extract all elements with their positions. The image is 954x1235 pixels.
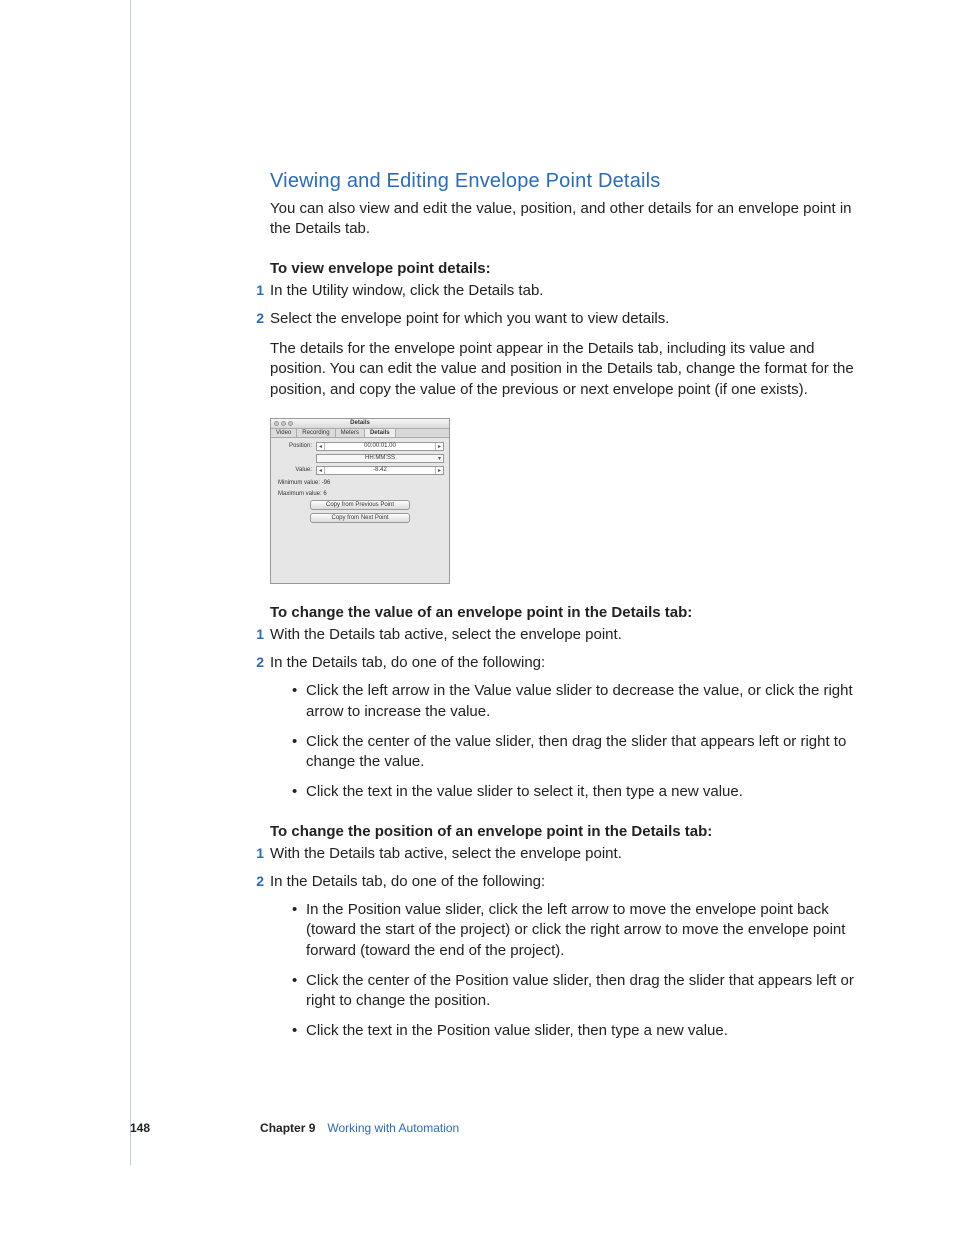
figure-tab-details: Details — [365, 429, 396, 437]
figure-value-value: -8.42 — [373, 467, 387, 473]
step-number: 2 — [252, 309, 270, 329]
bullet-icon: • — [292, 900, 306, 961]
bullet-text: Click the text in the Position value sli… — [306, 1021, 860, 1041]
task1-after: The details for the envelope point appea… — [270, 339, 860, 400]
task3-bullet-3: • Click the text in the Position value s… — [292, 1021, 860, 1041]
figure-copy-prev-button: Copy from Previous Point — [310, 500, 410, 510]
step-text: In the Details tab, do one of the follow… — [270, 653, 860, 673]
figure-tabs: Video Recording Meters Details — [271, 429, 449, 438]
figure-min-label: Minimum value: — [278, 480, 320, 486]
bullet-text: Click the text in the value slider to se… — [306, 782, 860, 802]
step-number: 1 — [252, 844, 270, 864]
figure-right-arrow-icon: ▸ — [435, 443, 443, 450]
step-text: With the Details tab active, select the … — [270, 844, 860, 864]
figure-max-row: Maximum value: 6 — [278, 491, 444, 497]
details-tab-figure: Details Video Recording Meters Details P… — [270, 418, 450, 584]
chapter-label: Chapter 9 — [260, 1121, 315, 1135]
step-number: 2 — [252, 653, 270, 673]
task3-step-2: 2 In the Details tab, do one of the foll… — [270, 872, 860, 892]
figure-value-slider: ◂ -8.42 ▸ — [316, 466, 444, 475]
bullet-icon: • — [292, 1021, 306, 1041]
task1-step-1: 1 In the Utility window, click the Detai… — [270, 281, 860, 301]
step-text: Select the envelope point for which you … — [270, 309, 860, 329]
task3-step-1: 1 With the Details tab active, select th… — [270, 844, 860, 864]
figure-tab-meters: Meters — [336, 429, 365, 437]
step-number: 2 — [252, 872, 270, 892]
task2-step-2: 2 In the Details tab, do one of the foll… — [270, 653, 860, 673]
figure-position-label: Position: — [276, 443, 316, 449]
bullet-icon: • — [292, 681, 306, 722]
figure-tab-recording: Recording — [297, 429, 335, 437]
figure-max-value: 6 — [323, 491, 326, 497]
bullet-text: Click the center of the value slider, th… — [306, 732, 860, 773]
figure-value-label: Value: — [276, 467, 316, 473]
section-heading: Viewing and Editing Envelope Point Detai… — [270, 170, 860, 193]
figure-min-value: -96 — [322, 480, 331, 486]
page-number: 148 — [130, 1121, 150, 1135]
left-margin-rule — [130, 0, 131, 1165]
intro-paragraph: You can also view and edit the value, po… — [270, 199, 860, 240]
task1-title: To view envelope point details: — [270, 260, 860, 277]
task1-step-2: 2 Select the envelope point for which yo… — [270, 309, 860, 329]
bullet-icon: • — [292, 971, 306, 1012]
figure-window-title: Details — [271, 420, 449, 426]
chapter-title: Working with Automation — [327, 1121, 459, 1135]
bullet-icon: • — [292, 782, 306, 802]
task2-title: To change the value of an envelope point… — [270, 604, 860, 621]
bullet-text: Click the left arrow in the Value value … — [306, 681, 860, 722]
bullet-text: Click the center of the Position value s… — [306, 971, 860, 1012]
figure-copy-next-button: Copy from Next Point — [310, 513, 410, 523]
figure-position-slider: ◂ 00:00:01.00 ▸ — [316, 442, 444, 451]
task3-bullet-2: • Click the center of the Position value… — [292, 971, 860, 1012]
step-text: In the Details tab, do one of the follow… — [270, 872, 860, 892]
figure-titlebar: Details — [271, 419, 449, 429]
figure-tab-video: Video — [271, 429, 297, 437]
bullet-icon: • — [292, 732, 306, 773]
figure-max-label: Maximum value: — [278, 491, 322, 497]
task2-bullet-1: • Click the left arrow in the Value valu… — [292, 681, 860, 722]
task3-title: To change the position of an envelope po… — [270, 823, 860, 840]
figure-format-value: HH:MM:SS — [365, 455, 395, 461]
bullet-text: In the Position value slider, click the … — [306, 900, 860, 961]
step-text: With the Details tab active, select the … — [270, 625, 860, 645]
task2-bullet-3: • Click the text in the value slider to … — [292, 782, 860, 802]
figure-min-row: Minimum value: -96 — [278, 480, 444, 486]
step-number: 1 — [252, 281, 270, 301]
page-footer: 148 Chapter 9 Working with Automation — [130, 1121, 459, 1135]
figure-format-dropdown: HH:MM:SS ▾ — [316, 454, 444, 463]
figure-right-arrow-icon: ▸ — [435, 467, 443, 474]
figure-dropdown-icon: ▾ — [438, 455, 441, 462]
step-number: 1 — [252, 625, 270, 645]
step-text: In the Utility window, click the Details… — [270, 281, 860, 301]
figure-left-arrow-icon: ◂ — [317, 443, 325, 450]
task3-bullet-1: • In the Position value slider, click th… — [292, 900, 860, 961]
task2-bullet-2: • Click the center of the value slider, … — [292, 732, 860, 773]
figure-position-value: 00:00:01.00 — [364, 443, 396, 449]
task2-step-1: 1 With the Details tab active, select th… — [270, 625, 860, 645]
figure-left-arrow-icon: ◂ — [317, 467, 325, 474]
